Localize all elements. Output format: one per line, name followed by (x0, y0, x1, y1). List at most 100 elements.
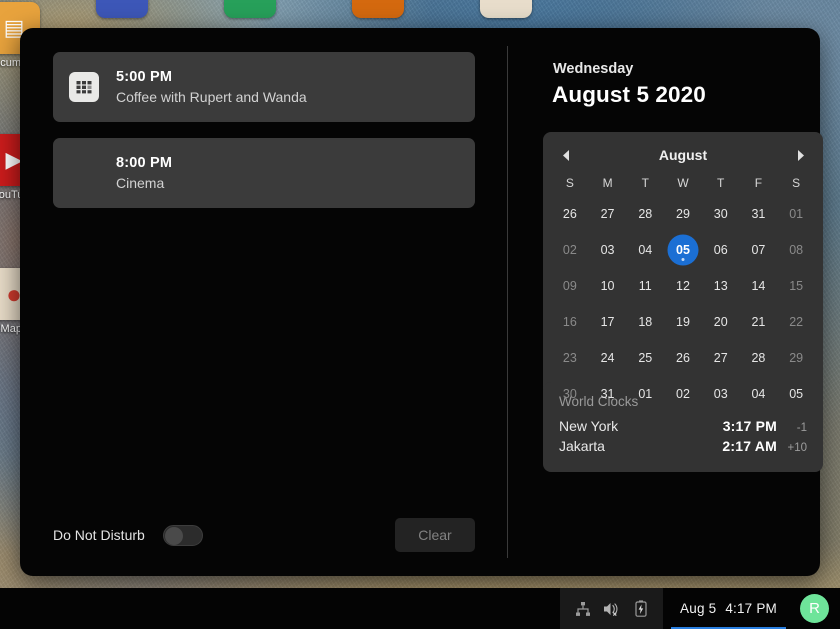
calendar-day[interactable]: 19 (664, 304, 702, 340)
taskbar: Aug 5 4:17 PM R (0, 588, 840, 629)
calendar-day-number: 23 (562, 351, 577, 365)
clock-time: 3:17 PM (722, 418, 777, 434)
calendar-day-number: 30 (562, 387, 577, 401)
green-app-shortcut[interactable] (222, 0, 278, 18)
cream-app-shortcut-glyph (480, 0, 532, 18)
calendar-day-number: 26 (676, 351, 690, 365)
calendar-day[interactable]: 02 (551, 232, 589, 268)
battery-charging-icon[interactable] (632, 600, 649, 617)
taskbar-clock-button[interactable]: Aug 5 4:17 PM (663, 588, 794, 629)
calendar-day-number: 01 (638, 387, 653, 401)
cream-app-shortcut[interactable] (478, 0, 534, 18)
calendar-day-number: 02 (676, 387, 690, 401)
calendar-day[interactable]: 21 (740, 304, 778, 340)
calendar-day[interactable]: 10 (589, 268, 627, 304)
calendar-day-number: 03 (600, 243, 615, 257)
event-text-block: 8:00 PM Cinema (116, 155, 172, 191)
event-description: Coffee with Rupert and Wanda (116, 89, 307, 105)
calendar-day[interactable]: 27 (589, 196, 627, 232)
calendar-day[interactable]: 12 (664, 268, 702, 304)
weekday-label: Wednesday (553, 61, 634, 77)
notification-footer: Do Not Disturb Clear (53, 518, 475, 552)
calendar-day[interactable]: 07 (740, 232, 778, 268)
calendar-day-number: 18 (638, 315, 653, 329)
calendar-day[interactable]: 16 (551, 304, 589, 340)
calendar-day-number: 30 (713, 207, 728, 221)
calendar-day-number: 31 (751, 207, 766, 221)
calendar-day[interactable]: 27 (702, 340, 740, 376)
world-clocks-rows: New York 3:17 PM -1 Jakarta 2:17 AM +10 (559, 418, 807, 454)
calendar-day-number: 28 (751, 351, 766, 365)
calendar-day[interactable]: 23 (551, 340, 589, 376)
calendar-day-header-1: M (602, 176, 613, 190)
calendar-day[interactable]: 13 (702, 268, 740, 304)
calendar-day[interactable]: 08 (777, 232, 815, 268)
taskbar-date: Aug 5 (680, 601, 717, 616)
calendar-day[interactable]: 01 (777, 196, 815, 232)
calendar-day[interactable]: 26 (551, 196, 589, 232)
calendar-day-header-0: S (565, 176, 574, 190)
calendar-day-number: 13 (713, 279, 728, 293)
blue-app-shortcut-glyph (96, 0, 148, 18)
calendar-day[interactable]: 17 (589, 304, 627, 340)
calendar-widget: August S M T W T F S 26 27 28 29 30 31 01 02 03 04 05 06 0… (543, 132, 823, 422)
calendar-day[interactable]: 09 (551, 268, 589, 304)
calendar-day[interactable]: 20 (702, 304, 740, 340)
world-clock-row: Jakarta 2:17 AM +10 (559, 438, 807, 454)
chevron-left-icon[interactable] (555, 144, 577, 166)
calendar-day[interactable]: 15 (777, 268, 815, 304)
calendar-day-number: 10 (600, 279, 615, 293)
calendar-day[interactable]: 18 (626, 304, 664, 340)
calendar-day[interactable]: 25 (626, 340, 664, 376)
calendar-day[interactable]: 04 (626, 232, 664, 268)
clear-button[interactable]: Clear (395, 518, 475, 552)
calendar-day[interactable]: 28 (626, 196, 664, 232)
calendar-day-number: 27 (713, 351, 728, 365)
orange-app-shortcut[interactable] (350, 0, 406, 18)
calendar-day[interactable]: 11 (626, 268, 664, 304)
notification-event-card[interactable]: 5:00 PM Coffee with Rupert and Wanda (53, 52, 475, 122)
clock-utc-offset: +10 (787, 442, 807, 454)
notification-calendar-panel: 5:00 PM Coffee with Rupert and Wanda 8:00 … (20, 28, 823, 576)
calendar-day[interactable]: 29 (664, 196, 702, 232)
calendar-day[interactable]: 06 (702, 232, 740, 268)
calendar-day-number: 21 (751, 315, 766, 329)
calendar-day-number: 29 (789, 351, 804, 365)
calendar-nav: August (543, 140, 823, 170)
do-not-disturb-toggle[interactable] (162, 524, 203, 546)
calendar-day-header-5: F (754, 176, 763, 190)
calendar-day[interactable]: 28 (740, 340, 778, 376)
calendar-day[interactable]: 30 (702, 196, 740, 232)
notification-event-card[interactable]: 8:00 PM Cinema (53, 138, 475, 208)
calendar-day-number: 22 (789, 315, 804, 329)
calendar-day[interactable]: 03 (589, 232, 627, 268)
calendar-day-number: 02 (562, 243, 577, 257)
chevron-right-icon[interactable] (789, 144, 811, 166)
calendar-day[interactable]: 14 (740, 268, 778, 304)
calendar-day-number: 28 (638, 207, 653, 221)
toggle-knob (164, 526, 183, 545)
calendar-day-number: 12 (676, 279, 690, 293)
calendar-month-label: August (658, 147, 708, 163)
calendar-day-number: 14 (751, 279, 766, 293)
blue-app-shortcut[interactable] (94, 0, 150, 18)
calendar-day[interactable]: 22 (777, 304, 815, 340)
calendar-day-selected[interactable]: 05 (664, 232, 702, 268)
calendar-day-number: 29 (676, 207, 690, 221)
user-avatar[interactable]: R (800, 594, 829, 623)
notification-column: 5:00 PM Coffee with Rupert and Wanda 8:00 … (20, 28, 507, 576)
calendar-day-number: 27 (600, 207, 615, 221)
calendar-day[interactable]: 31 (740, 196, 778, 232)
calendar-day-number: 26 (562, 207, 577, 221)
network-icon[interactable] (574, 600, 591, 617)
clock-city: New York (559, 418, 619, 434)
calendar-day-number: 19 (676, 315, 690, 329)
calendar-day-number: 17 (600, 315, 615, 329)
volume-muted-icon[interactable] (603, 600, 620, 617)
green-app-shortcut-glyph (224, 0, 276, 18)
calendar-day-header-3: W (677, 176, 689, 190)
calendar-day-number: 15 (789, 279, 804, 293)
calendar-day[interactable]: 29 (777, 340, 815, 376)
calendar-day[interactable]: 24 (589, 340, 627, 376)
calendar-day[interactable]: 26 (664, 340, 702, 376)
